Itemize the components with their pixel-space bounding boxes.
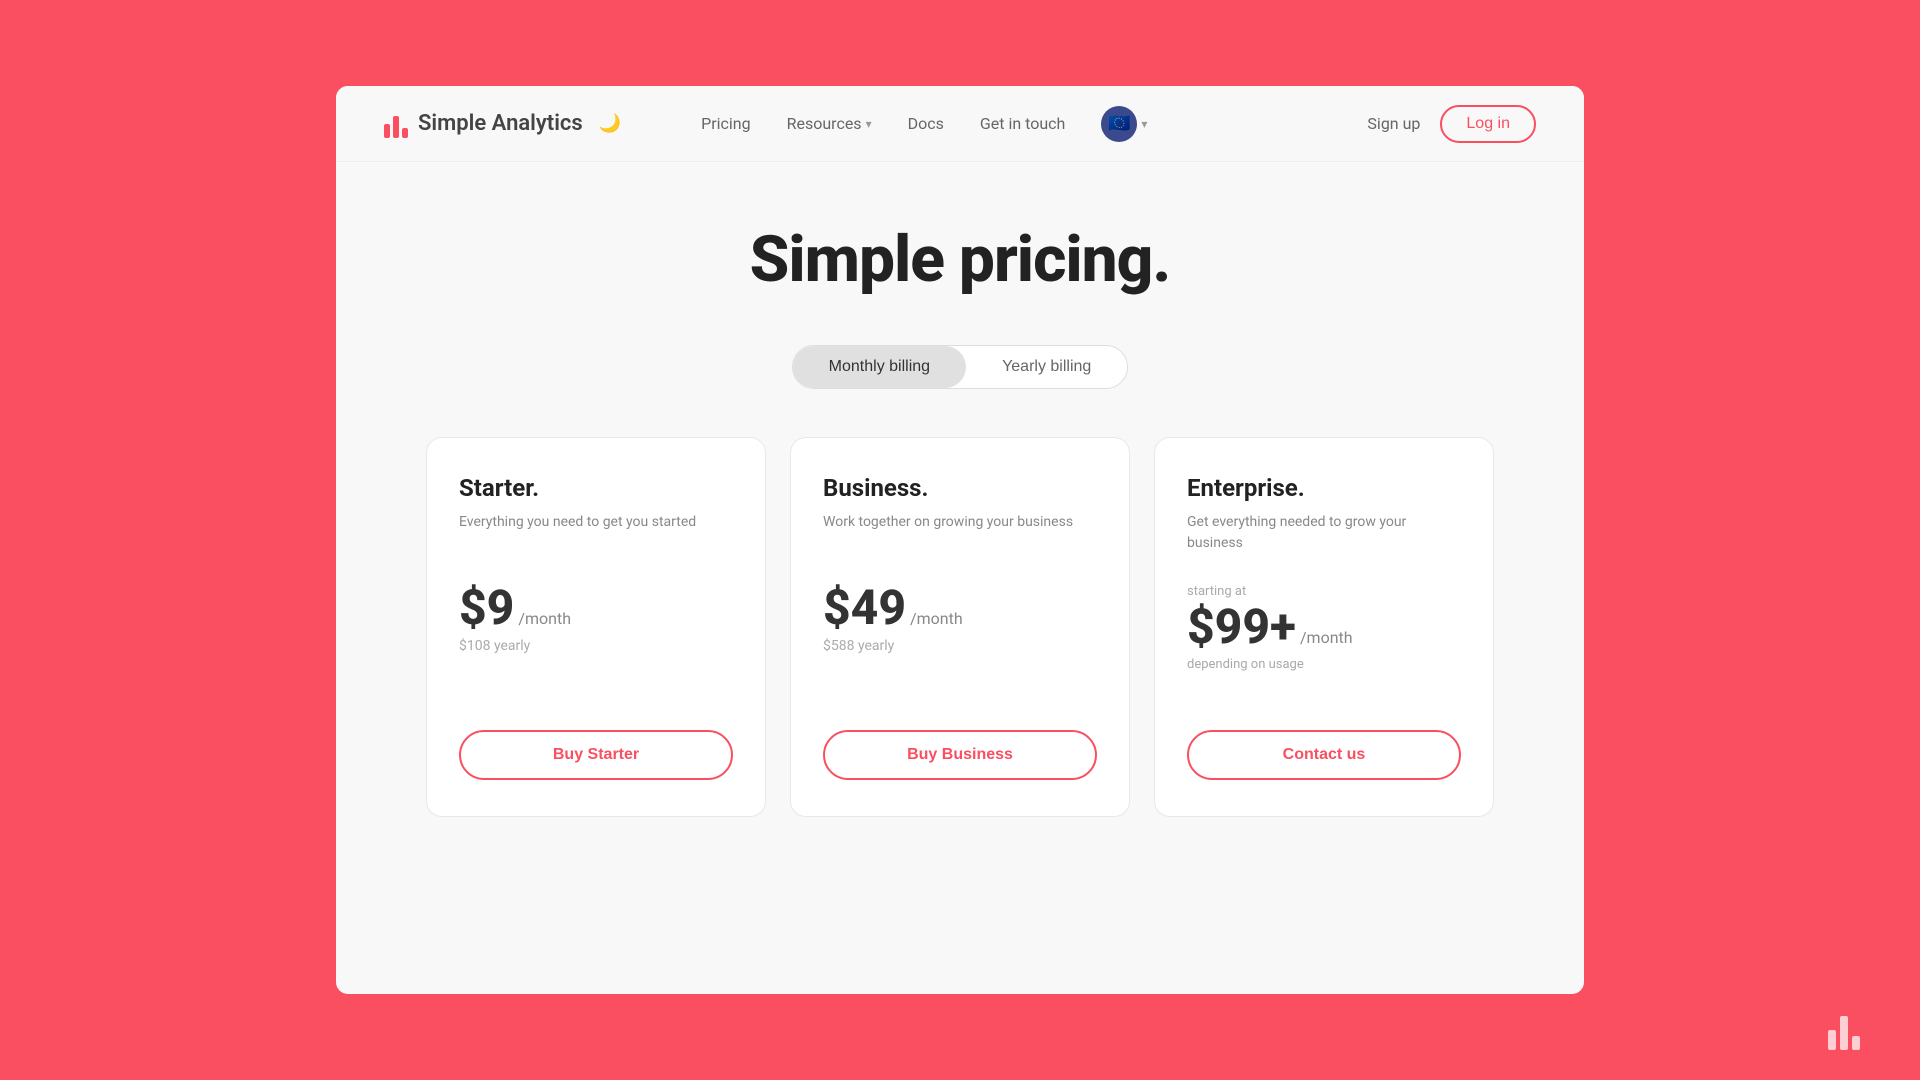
deco-bar-3 (1852, 1036, 1860, 1050)
decorative-chart (1828, 1016, 1860, 1050)
nav-resources[interactable]: Resources ▾ (787, 114, 872, 133)
content-area: Simple pricing. Monthly billing Yearly b… (336, 162, 1584, 994)
nav-right: Sign up Log in (1367, 105, 1536, 143)
price-main-1: $49 (823, 584, 906, 632)
chevron-down-icon: ▾ (866, 117, 872, 131)
price-main-0: $9 (459, 584, 514, 632)
price-row-0: $9 /month (459, 584, 733, 632)
logo-icon (384, 110, 408, 138)
yearly-billing-button[interactable]: Yearly billing (966, 346, 1127, 388)
brand-name: Simple Analytics (418, 111, 583, 136)
price-period-0: /month (518, 609, 571, 628)
nav-docs[interactable]: Docs (908, 114, 944, 133)
login-button[interactable]: Log in (1440, 105, 1536, 143)
cta-button-1[interactable]: Buy Business (823, 730, 1097, 780)
page-title: Simple pricing. (750, 222, 1171, 297)
price-yearly-0: $108 yearly (459, 638, 733, 654)
price-yearly-1: $588 yearly (823, 638, 1097, 654)
navigation: Simple Analytics 🌙 Pricing Resources ▾ D… (336, 86, 1584, 162)
deco-bar-2 (1840, 1016, 1848, 1050)
billing-toggle: Monthly billing Yearly billing (792, 345, 1129, 389)
depending-2: depending on usage (1187, 657, 1461, 672)
pricing-card-1: Business. Work together on growing your b… (790, 437, 1130, 817)
bar-1 (384, 124, 390, 138)
price-period-1: /month (910, 609, 963, 628)
deco-bar-1 (1828, 1030, 1836, 1050)
cta-button-0[interactable]: Buy Starter (459, 730, 733, 780)
price-main-2: $99+ (1187, 603, 1296, 651)
eu-flag-icon: 🇪🇺 (1101, 106, 1137, 142)
nav-links: Pricing Resources ▾ Docs Get in touch 🇪🇺… (701, 106, 1147, 142)
bar-3 (402, 128, 408, 138)
dark-mode-icon: 🌙 (599, 113, 621, 134)
monthly-billing-button[interactable]: Monthly billing (793, 346, 966, 388)
plan-description-2: Get everything needed to grow your busin… (1187, 512, 1461, 556)
price-row-2: $99+ /month (1187, 603, 1461, 651)
nav-eu-flag[interactable]: 🇪🇺 ▾ (1101, 106, 1147, 142)
bar-2 (393, 116, 399, 138)
plan-description-1: Work together on growing your business (823, 512, 1097, 556)
plan-name-1: Business. (823, 474, 1097, 502)
logo-link[interactable]: Simple Analytics 🌙 (384, 110, 621, 138)
nav-pricing[interactable]: Pricing (701, 114, 751, 133)
cta-button-2[interactable]: Contact us (1187, 730, 1461, 780)
pricing-cards: Starter. Everything you need to get you s… (384, 437, 1536, 817)
price-period-2: /month (1300, 628, 1353, 647)
pricing-card-2: Enterprise. Get everything needed to grow… (1154, 437, 1494, 817)
chevron-down-icon: ▾ (1141, 117, 1147, 131)
main-window: Simple Analytics 🌙 Pricing Resources ▾ D… (336, 86, 1584, 994)
plan-description-0: Everything you need to get you started (459, 512, 733, 556)
nav-get-in-touch[interactable]: Get in touch (980, 114, 1066, 133)
plan-name-2: Enterprise. (1187, 474, 1461, 502)
starting-at-2: starting at (1187, 584, 1461, 599)
price-row-1: $49 /month (823, 584, 1097, 632)
plan-name-0: Starter. (459, 474, 733, 502)
pricing-card-0: Starter. Everything you need to get you s… (426, 437, 766, 817)
sign-up-link[interactable]: Sign up (1367, 114, 1420, 133)
